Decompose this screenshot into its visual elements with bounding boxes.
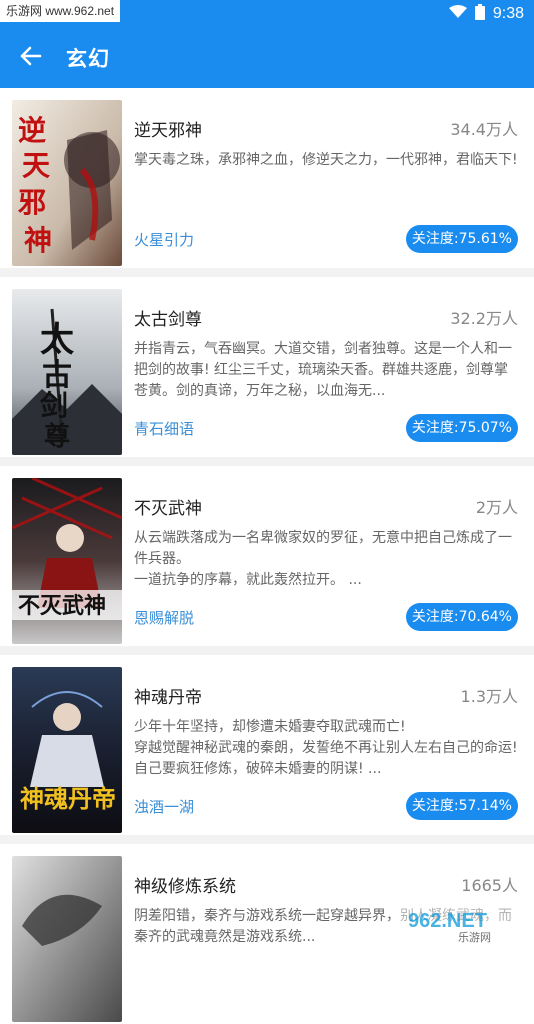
author-link[interactable]: 浊酒一湖 [134,796,194,817]
book-cover[interactable]: 不灭武神 [12,478,122,644]
book-description: 掌天毒之珠，承邪神之血，修逆天之力，一代邪神，君临天下! [134,152,518,168]
book-description: 少年十年坚持，却惨遭未婚妻夺取武魂而亡! 穿越觉醒神秘武魂的秦朗，发誓绝不再让别… [134,719,518,777]
author-link[interactable]: 恩赐解脱 [134,607,194,628]
status-icons: 9:38 [448,0,524,28]
author-link[interactable]: 青石细语 [134,418,194,439]
attention-badge: 关注度:75.07% [405,414,518,442]
svg-text:太: 太 [40,320,74,360]
book-cover[interactable]: 神魂丹帝 [12,667,122,833]
svg-text:神: 神 [24,224,52,257]
status-bar: 乐游网 www.962.net 9:38 [0,0,534,28]
book-cover[interactable] [12,856,122,1022]
reader-count: 1665人 [461,876,518,895]
author-link[interactable]: 火星引力 [134,229,194,250]
svg-text:邪: 邪 [17,186,46,219]
svg-text:剑: 剑 [40,389,68,422]
book-card[interactable]: 太 古 剑 尊 太古剑尊 32.2万人 并指青云，气吞幽冥。大道交错，剑者独尊。… [0,277,534,457]
book-list: 逆 天 邪 神 逆天邪神 34.4万人 掌天毒之珠，承邪神之血，修逆天之力，一代… [0,88,534,1024]
book-description: 并指青云，气吞幽冥。大道交错，剑者独尊。这是一个人和一把剑的故事! 红尘三千丈，… [134,341,512,399]
book-card[interactable]: 不灭武神 不灭武神 2万人 从云端跌落成为一名卑微家奴的罗征，无意中把自己炼成了… [0,466,534,646]
svg-text:逆: 逆 [18,114,46,147]
page-title: 玄幻 [66,47,110,71]
book-title[interactable]: 神魂丹帝 [134,683,202,708]
status-watermark: 乐游网 www.962.net [0,0,121,22]
site-watermark: 962.NET 乐游网 [398,901,530,945]
back-button[interactable] [14,42,48,74]
reader-count: 32.2万人 [450,309,518,328]
attention-badge: 关注度:75.61% [405,225,518,253]
book-title[interactable]: 太古剑尊 [134,305,202,330]
book-title[interactable]: 不灭武神 [134,494,202,519]
attention-badge: 关注度:70.64% [405,603,518,631]
svg-text:不灭武神: 不灭武神 [18,593,106,619]
reader-count: 1.3万人 [460,687,518,706]
book-cover[interactable]: 太 古 剑 尊 [12,289,122,455]
status-time: 9:38 [492,5,524,22]
arrow-left-icon [20,46,42,70]
book-title[interactable]: 逆天邪神 [134,116,202,141]
attention-badge: 关注度:57.14% [405,792,518,820]
svg-text:古: 古 [42,358,72,393]
svg-text:天: 天 [22,149,50,182]
app-bar: 玄幻 [0,28,534,88]
book-card[interactable]: 神魂丹帝 神魂丹帝 1.3万人 少年十年坚持，却惨遭未婚妻夺取武魂而亡! 穿越觉… [0,655,534,835]
watermark-sub: 乐游网 [458,931,491,944]
book-card[interactable]: 逆 天 邪 神 逆天邪神 34.4万人 掌天毒之珠，承邪神之血，修逆天之力，一代… [0,88,534,268]
book-cover[interactable]: 逆 天 邪 神 [12,100,122,266]
svg-text:尊: 尊 [44,421,70,452]
battery-icon [474,3,485,25]
svg-text:神魂丹帝: 神魂丹帝 [20,784,116,813]
wifi-icon [448,4,467,24]
watermark-brand: 962.NET [408,910,487,932]
book-description: 从云端跌落成为一名卑微家奴的罗征，无意中把自己炼成了一件兵器。 一道抗争的序幕，… [134,530,512,588]
reader-count: 34.4万人 [450,120,518,139]
reader-count: 2万人 [475,498,518,517]
book-title[interactable]: 神级修炼系统 [134,872,236,897]
